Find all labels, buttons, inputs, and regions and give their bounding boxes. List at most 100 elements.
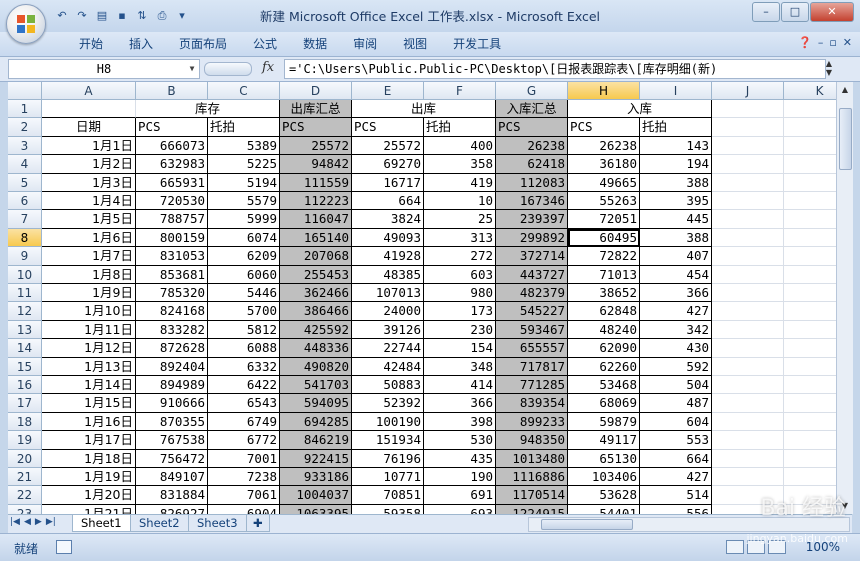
table-cell[interactable]: 1013480 (496, 449, 568, 468)
empty-cell[interactable] (712, 228, 784, 248)
table-cell[interactable]: 388 (640, 228, 712, 248)
table-cell[interactable]: 3824 (352, 210, 424, 229)
table-cell[interactable]: 173 (424, 302, 496, 321)
table-cell[interactable]: 52392 (352, 394, 424, 413)
table-cell[interactable]: 1116886 (496, 468, 568, 487)
table-cell[interactable]: 407 (640, 247, 712, 266)
table-cell[interactable]: 22744 (352, 339, 424, 358)
first-sheet-icon[interactable]: |◀ (10, 517, 20, 527)
date-cell[interactable]: 1月9日 (42, 284, 136, 303)
table-cell[interactable]: 922415 (280, 449, 352, 468)
maximize-button[interactable]: □ (781, 2, 809, 22)
empty-cell[interactable] (712, 155, 784, 174)
table-cell[interactable]: 10 (424, 192, 496, 211)
empty-cell[interactable] (712, 210, 784, 229)
worksheet-grid[interactable]: A B C D E F G H I J K 1 2 3 4 5 6 7 8 9 10 11 12 13 14 15 16 17 18 19… (8, 82, 836, 514)
formula-bar-slider[interactable] (204, 62, 252, 76)
column-header-h[interactable]: H (568, 82, 640, 100)
table-cell[interactable]: 824168 (136, 302, 208, 321)
table-cell[interactable]: 103406 (568, 468, 640, 487)
date-cell[interactable]: 1月6日 (42, 228, 136, 248)
table-cell[interactable]: 62848 (568, 302, 640, 321)
row-header-6[interactable]: 6 (8, 192, 42, 211)
table-cell[interactable]: 948350 (496, 431, 568, 450)
table-cell[interactable]: 831884 (136, 486, 208, 505)
table-cell[interactable]: 7061 (208, 486, 280, 505)
normal-view-icon[interactable] (726, 540, 744, 554)
row-header-16[interactable]: 16 (8, 376, 42, 395)
date-cell[interactable]: 1月20日 (42, 486, 136, 505)
row-header-18[interactable]: 18 (8, 412, 42, 432)
table-cell[interactable]: 53628 (568, 486, 640, 505)
row-header-3[interactable]: 3 (8, 136, 42, 156)
table-cell[interactable]: 530 (424, 431, 496, 450)
table-cell[interactable]: 892404 (136, 357, 208, 376)
table-cell[interactable]: 6543 (208, 394, 280, 413)
empty-cell[interactable] (784, 468, 836, 487)
table-cell[interactable]: 42484 (352, 357, 424, 376)
header-date[interactable]: 日期 (42, 118, 136, 137)
table-cell[interactable]: 207068 (280, 247, 352, 266)
empty-cell[interactable] (784, 413, 836, 432)
table-cell[interactable]: 664 (640, 449, 712, 468)
column-header-k[interactable]: K (784, 82, 836, 100)
table-cell[interactable]: 445 (640, 210, 712, 229)
table-cell[interactable]: 239397 (496, 210, 568, 229)
sheet-tab-3[interactable]: Sheet3 (188, 515, 247, 532)
table-cell[interactable]: 143 (640, 136, 712, 156)
next-sheet-icon[interactable]: ▶ (35, 517, 42, 527)
table-cell[interactable]: 6422 (208, 376, 280, 395)
table-cell[interactable]: 342 (640, 320, 712, 340)
office-button[interactable] (6, 4, 46, 44)
date-cell[interactable]: 1月19日 (42, 468, 136, 487)
table-cell[interactable]: 443727 (496, 265, 568, 284)
row-header-17[interactable]: 17 (8, 394, 42, 413)
table-cell[interactable]: 72822 (568, 247, 640, 266)
empty-cell[interactable] (712, 284, 784, 303)
table-cell[interactable]: 603 (424, 265, 496, 284)
table-cell[interactable]: 694285 (280, 412, 352, 432)
table-cell[interactable]: 553 (640, 431, 712, 450)
table-cell[interactable]: 800159 (136, 228, 208, 248)
minimize-button[interactable]: – (752, 2, 780, 22)
table-cell[interactable]: 826927 (136, 504, 208, 514)
table-cell[interactable]: 100190 (352, 412, 424, 432)
row-header-4[interactable]: 4 (8, 155, 42, 174)
empty-cell[interactable] (784, 394, 836, 413)
row-header-9[interactable]: 9 (8, 247, 42, 266)
header-stock[interactable]: 库存 (136, 100, 280, 119)
table-cell[interactable]: 6772 (208, 431, 280, 450)
subheader-h[interactable]: PCS (568, 118, 640, 137)
table-cell[interactable]: 26238 (568, 136, 640, 156)
table-cell[interactable]: 39126 (352, 320, 424, 340)
table-cell[interactable]: 299892 (496, 228, 568, 248)
table-cell[interactable]: 833282 (136, 320, 208, 340)
table-cell[interactable]: 65130 (568, 449, 640, 468)
row-header-23[interactable]: 23 (8, 504, 42, 514)
table-cell[interactable]: 5999 (208, 210, 280, 229)
header-inbound[interactable]: 入库 (568, 100, 712, 119)
date-cell[interactable]: 1月4日 (42, 192, 136, 211)
table-cell[interactable]: 899233 (496, 412, 568, 432)
date-cell[interactable]: 1月13日 (42, 357, 136, 376)
header-in-total[interactable]: 入库汇总 (496, 100, 568, 119)
empty-cell[interactable] (784, 210, 836, 229)
empty-cell[interactable] (784, 358, 836, 376)
empty-cell[interactable] (784, 431, 836, 450)
table-cell[interactable]: 400 (424, 136, 496, 156)
table-cell[interactable]: 24000 (352, 302, 424, 321)
macro-record-icon[interactable] (56, 540, 72, 554)
row-header-15[interactable]: 15 (8, 357, 42, 376)
empty-cell[interactable] (784, 155, 836, 174)
empty-cell[interactable] (784, 137, 836, 156)
tab-review[interactable]: 审阅 (340, 36, 390, 52)
table-cell[interactable]: 5446 (208, 284, 280, 303)
table-cell[interactable]: 5225 (208, 155, 280, 174)
subheader-g[interactable]: PCS (496, 118, 568, 137)
table-cell[interactable]: 59358 (352, 504, 424, 514)
table-cell[interactable]: 111559 (280, 173, 352, 192)
empty-cell[interactable] (784, 321, 836, 340)
date-cell[interactable]: 1月21日 (42, 504, 136, 514)
table-cell[interactable]: 272 (424, 247, 496, 266)
sheet-tab-1[interactable]: Sheet1 (72, 515, 131, 532)
